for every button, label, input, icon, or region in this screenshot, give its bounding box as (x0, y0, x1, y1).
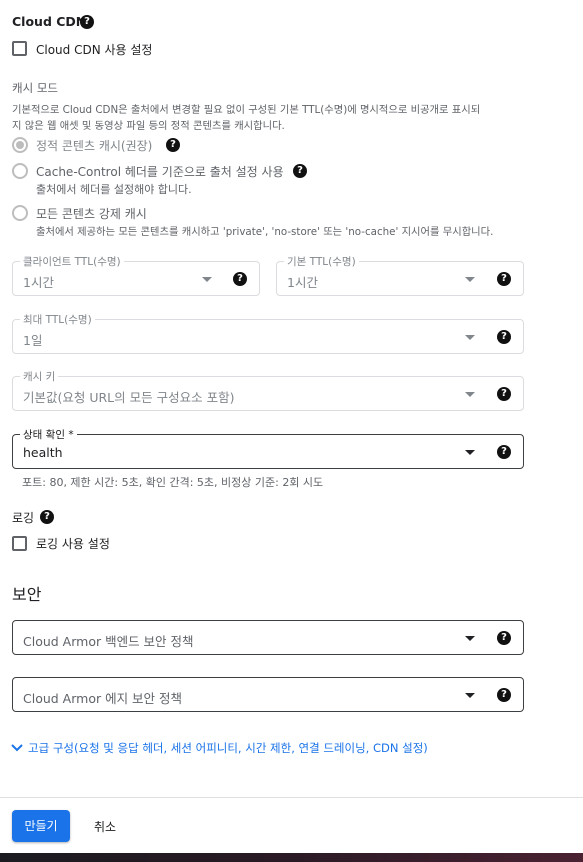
health-check-value: health (23, 445, 63, 460)
chevron-down-icon (202, 277, 212, 282)
radio-force-cache-sub: 출처에서 제공하는 모든 콘텐츠를 캐시하고 'private', 'no-st… (36, 226, 494, 238)
client-ttl-value: 1시간 (23, 275, 54, 290)
cache-key-label: 캐시 키 (20, 369, 59, 384)
client-ttl-select[interactable]: 클라이언트 TTL(수명) 1시간 ? (12, 254, 260, 296)
health-check-label: 상태 확인 * (20, 427, 77, 442)
footer-divider (0, 797, 583, 798)
max-ttl-select[interactable]: 최대 TTL(수명) 1일 ? (12, 312, 524, 354)
help-icon[interactable]: ? (497, 631, 511, 645)
radio-cache-control-sub: 출처에서 헤더를 설정해야 합니다. (36, 183, 192, 196)
radio-static-cache-label: 정적 콘텐츠 캐시(권장) (36, 139, 153, 153)
chevron-down-icon (11, 744, 23, 752)
backend-policy-select[interactable]: Cloud Armor 백엔드 보안 정책 ? (12, 620, 524, 655)
edge-policy-placeholder: Cloud Armor 에지 보안 정책 (23, 691, 183, 706)
backend-policy-placeholder: Cloud Armor 백엔드 보안 정책 (23, 634, 194, 649)
help-icon[interactable]: ? (40, 510, 54, 524)
cache-mode-description-line2: 지 않은 웹 애셋 및 동영상 파일 등의 정적 콘텐츠를 캐시합니다. (12, 120, 285, 132)
default-ttl-value: 1시간 (287, 275, 318, 290)
chevron-down-icon (465, 636, 475, 641)
help-icon[interactable]: ? (293, 164, 307, 178)
logging-checkbox[interactable] (12, 536, 27, 551)
health-check-select[interactable]: 상태 확인 * health ? (12, 427, 524, 469)
help-icon[interactable]: ? (233, 272, 247, 286)
radio-force-cache[interactable] (12, 205, 28, 221)
logging-enable-label[interactable]: 로깅 사용 설정 (36, 535, 110, 552)
security-title: 보안 (12, 585, 42, 604)
help-icon[interactable]: ? (80, 15, 94, 29)
cache-mode-description-line1: 기본적으로 Cloud CDN은 출처에서 변경할 필요 없이 구성된 기본 T… (12, 104, 481, 116)
cache-mode-title: 캐시 모드 (12, 81, 58, 95)
desktop-background-strip (0, 853, 583, 862)
chevron-down-icon (465, 335, 475, 340)
radio-cache-control-label: Cache-Control 헤더를 기준으로 출처 설정 사용 (36, 165, 284, 179)
cache-key-value: 기본값(요청 URL의 모든 구성요소 포함) (23, 390, 235, 405)
advanced-config-label: 고급 구성(요청 및 응답 헤더, 세션 어피니티, 시간 제한, 연결 드레이… (28, 741, 428, 755)
cloud-cdn-enable-label[interactable]: Cloud CDN 사용 설정 (36, 41, 152, 58)
help-icon[interactable]: ? (497, 330, 511, 344)
edge-policy-select[interactable]: Cloud Armor 에지 보안 정책 ? (12, 677, 524, 712)
default-ttl-select[interactable]: 기본 TTL(수명) 1시간 ? (276, 254, 524, 296)
logging-title: 로깅 (12, 511, 35, 525)
radio-cache-control[interactable] (12, 163, 28, 179)
cancel-button[interactable]: 취소 (94, 818, 116, 835)
health-check-hint: 포트: 80, 제한 시간: 5초, 확인 간격: 5초, 비정상 기준: 2회… (22, 476, 324, 489)
client-ttl-label: 클라이언트 TTL(수명) (20, 254, 124, 269)
help-icon[interactable]: ? (497, 272, 511, 286)
default-ttl-label: 기본 TTL(수명) (284, 254, 359, 269)
cache-key-select[interactable]: 캐시 키 기본값(요청 URL의 모든 구성요소 포함) ? (12, 369, 524, 411)
advanced-config-link[interactable]: 고급 구성(요청 및 응답 헤더, 세션 어피니티, 시간 제한, 연결 드레이… (10, 740, 428, 756)
chevron-down-icon (465, 450, 475, 455)
help-icon[interactable]: ? (497, 445, 511, 459)
chevron-down-icon (465, 392, 475, 397)
help-icon[interactable]: ? (166, 138, 180, 152)
max-ttl-label: 최대 TTL(수명) (20, 312, 95, 327)
chevron-down-icon (465, 693, 475, 698)
radio-force-cache-label: 모든 콘텐츠 강제 캐시 (36, 207, 147, 221)
max-ttl-value: 1일 (23, 333, 43, 348)
cloud-cdn-title: Cloud CDN (12, 14, 87, 29)
help-icon[interactable]: ? (497, 387, 511, 401)
help-icon[interactable]: ? (497, 688, 511, 702)
radio-static-cache[interactable] (12, 137, 28, 153)
cloud-cdn-checkbox[interactable] (12, 41, 27, 56)
create-button[interactable]: 만들기 (12, 810, 70, 842)
chevron-down-icon (465, 277, 475, 282)
